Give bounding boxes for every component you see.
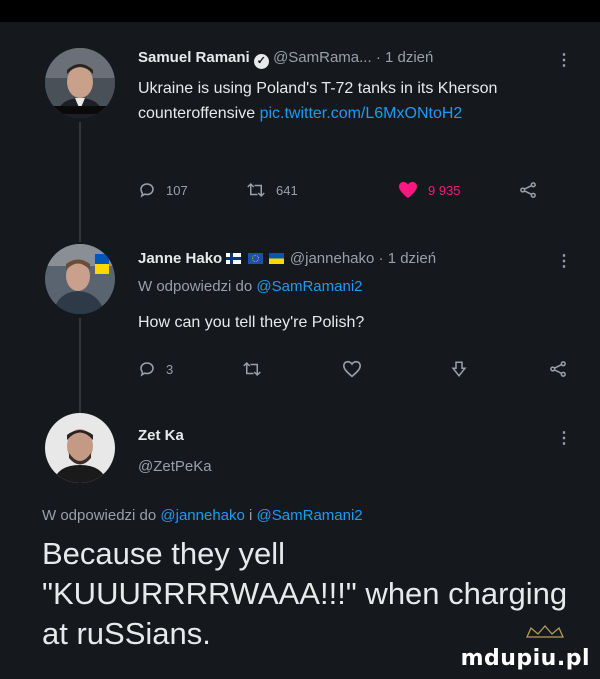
flag-eu-icon	[247, 253, 263, 264]
tweet-actions: 107 641 9 935	[138, 181, 578, 205]
like-count: 9 935	[428, 182, 461, 198]
reply-button[interactable]: 107	[138, 181, 188, 199]
watermark: mdupiu.pl	[460, 646, 590, 671]
thread-line	[79, 318, 81, 413]
reply-context: W odpowiedzi do @jannehako i @SamRamani2	[42, 507, 363, 524]
tweet-time[interactable]: · 1 dzień	[379, 250, 437, 267]
more-options-icon[interactable]: ⋮	[556, 251, 572, 271]
avatar-zet-ka[interactable]	[45, 413, 115, 483]
retweet-button[interactable]	[242, 360, 262, 378]
like-button[interactable]	[342, 360, 362, 378]
tweet-header: Samuel Ramani ✓ @SamRama... · 1 dzień	[138, 49, 433, 69]
author-name[interactable]: Janne Hako	[138, 250, 222, 267]
arrow-down-icon	[451, 361, 467, 377]
author-name[interactable]: Samuel Ramani	[138, 49, 250, 66]
reply-prefix: W odpowiedzi do	[138, 278, 257, 295]
tweet-actions: 3	[138, 360, 578, 384]
avatar-janne-hako[interactable]	[45, 244, 115, 314]
reply-prefix: W odpowiedzi do	[42, 507, 161, 524]
author-handle-row: @ZetPeKa	[138, 458, 212, 475]
verified-badge-icon: ✓	[253, 54, 269, 69]
more-options-icon[interactable]: ⋮	[556, 428, 572, 448]
tweet-header: Janne Hako @jannehako · 1 dzień	[138, 250, 436, 267]
watermark-crown-icon	[525, 625, 565, 638]
downvote-button[interactable]	[450, 360, 468, 378]
author-name[interactable]: Zet Ka	[138, 427, 184, 444]
tweet-time[interactable]: · 1 dzień	[376, 49, 434, 66]
main-tweet-text: Because they yell "KUUURRRRWAAA!!!" when…	[42, 536, 568, 651]
reply-icon	[140, 183, 154, 198]
reply-joiner: i	[244, 507, 257, 524]
flag-ukraine-icon	[268, 253, 284, 264]
retweet-icon	[243, 361, 261, 377]
share-button[interactable]	[518, 181, 538, 199]
like-button[interactable]: 9 935	[398, 181, 461, 199]
reply-context: W odpowiedzi do @SamRamani2	[138, 274, 578, 299]
reply-count: 107	[166, 182, 188, 198]
tweet-thread-screen: Samuel Ramani ✓ @SamRama... · 1 dzień ⋮ …	[0, 0, 600, 679]
reply-mention[interactable]: @jannehako	[160, 507, 244, 524]
heart-outline-icon	[342, 360, 362, 378]
reply-mention[interactable]: @SamRamani2	[256, 278, 362, 295]
tweet-link[interactable]: pic.twitter.com/L6MxONtoH2	[260, 105, 463, 122]
reply-count: 3	[166, 361, 174, 377]
tweet-header: Zet Ka	[138, 427, 184, 444]
reply-mention[interactable]: @SamRamani2	[257, 507, 363, 524]
share-icon	[550, 361, 566, 377]
thread-line	[79, 122, 81, 242]
reply-button[interactable]: 3	[138, 360, 173, 378]
tweet-text: How can you tell they're Polish?	[138, 314, 365, 331]
author-handle[interactable]: @SamRama...	[273, 49, 372, 66]
tweet-text: Ukraine is using Poland's T-72 tanks in …	[138, 76, 578, 126]
share-icon	[520, 182, 536, 198]
flag-finland-icon	[226, 253, 242, 264]
top-bar	[0, 0, 600, 22]
share-button[interactable]	[548, 360, 568, 378]
retweet-button[interactable]: 641	[246, 181, 298, 199]
author-handle[interactable]: @ZetPeKa	[138, 458, 212, 475]
heart-icon	[399, 181, 417, 199]
retweet-count: 641	[276, 182, 298, 198]
author-handle[interactable]: @jannehako	[290, 250, 374, 267]
reply-icon	[140, 362, 154, 377]
retweet-icon	[247, 182, 265, 198]
more-options-icon[interactable]: ⋮	[556, 50, 572, 70]
avatar-samuel-ramani[interactable]	[45, 48, 115, 118]
